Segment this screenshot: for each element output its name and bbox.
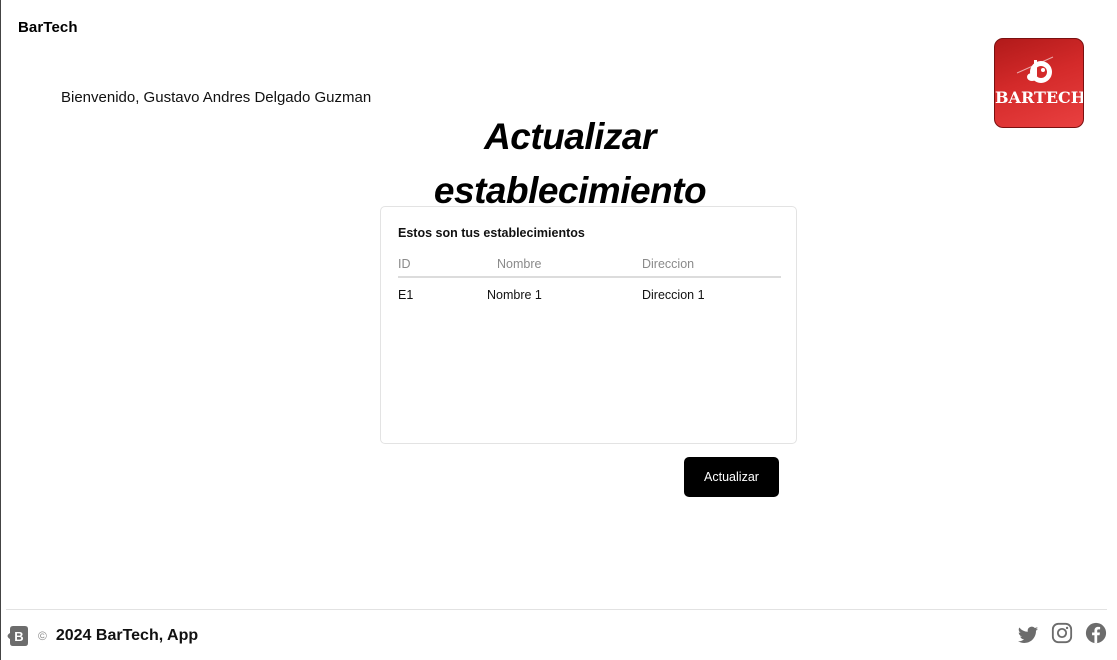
- column-header-nombre: Nombre: [487, 256, 642, 278]
- footer-text: 2024 BarTech, App: [55, 627, 199, 644]
- music-note-icon: [1016, 56, 1054, 83]
- window-edge: [0, 0, 1, 660]
- footer-copyright: B © 2024 BarTech, App: [7, 624, 198, 648]
- cell-direccion: Direccion 1: [642, 288, 705, 302]
- bartech-logo[interactable]: BARTECH: [994, 38, 1084, 128]
- cell-id: E1: [398, 288, 414, 302]
- bootstrap-icon[interactable]: B: [7, 625, 31, 647]
- establishments-table: ID Nombre Direccion E1 Nombre 1 Direccio…: [398, 256, 781, 302]
- page-title: Actualizar establecimiento: [433, 116, 707, 211]
- welcome-message: Bienvenido, Gustavo Andres Delgado Guzma…: [61, 89, 372, 106]
- column-header-direccion: Direccion: [642, 256, 781, 278]
- column-header-id: ID: [398, 256, 487, 278]
- card-heading: Estos son tus establecimientos: [398, 226, 585, 240]
- footer-divider: [6, 609, 1107, 610]
- update-button[interactable]: Actualizar: [684, 457, 779, 497]
- svg-text:B: B: [14, 629, 23, 644]
- establishments-card: Estos son tus establecimientos ID Nombre…: [380, 206, 797, 444]
- table-header-row: ID Nombre Direccion: [398, 256, 781, 278]
- copyright-symbol: ©: [38, 629, 47, 643]
- table-row[interactable]: E1 Nombre 1 Direccion 1: [398, 277, 781, 302]
- cell-nombre: Nombre 1: [487, 288, 542, 302]
- logo-wordmark: BARTECH: [995, 88, 1084, 107]
- instagram-icon[interactable]: [1051, 622, 1073, 644]
- brand-name[interactable]: BarTech: [18, 19, 78, 36]
- twitter-icon[interactable]: [1017, 624, 1039, 646]
- facebook-icon[interactable]: [1085, 622, 1107, 644]
